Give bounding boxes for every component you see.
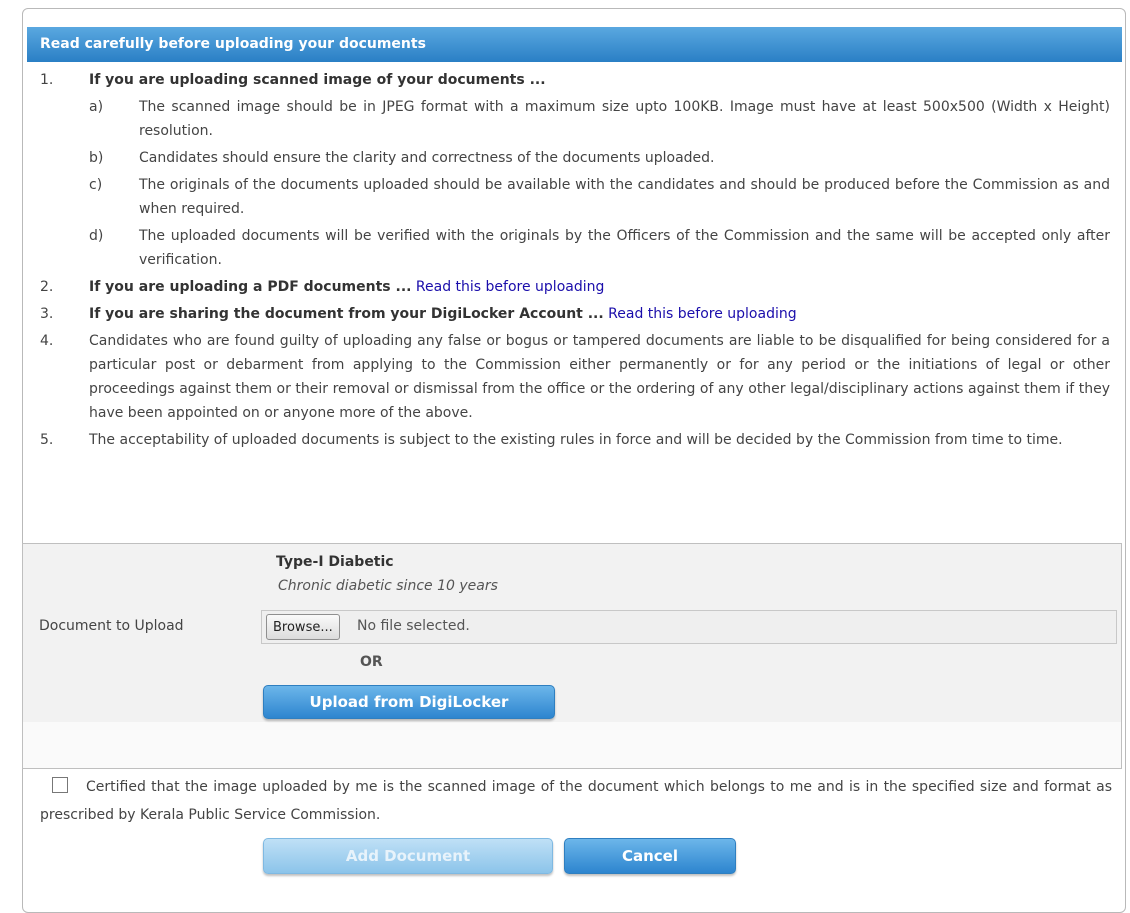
subitem-text: The originals of the documents uploaded …	[139, 177, 1110, 217]
cancel-button[interactable]: Cancel	[564, 838, 736, 874]
subitem-text: Candidates should ensure the clarity and…	[139, 150, 715, 166]
upload-digilocker-button[interactable]: Upload from DigiLocker	[263, 685, 555, 719]
add-document-button[interactable]: Add Document	[263, 838, 553, 874]
instruction-text: Candidates who are found guilty of uploa…	[89, 333, 1110, 421]
item-number: 4.	[40, 333, 54, 349]
instruction-subitem-c: c) The originals of the documents upload…	[27, 173, 1122, 221]
instruction-text: If you are uploading a PDF documents ...	[89, 279, 412, 295]
browse-button[interactable]: Browse...	[266, 614, 340, 640]
document-upload-label: Document to Upload	[39, 618, 184, 634]
instruction-item-5: 5. The acceptability of uploaded documen…	[27, 428, 1122, 452]
subitem-letter: c)	[89, 177, 103, 193]
instruction-item-1: 1. If you are uploading scanned image of…	[27, 68, 1122, 92]
certification-checkbox[interactable]	[52, 777, 68, 793]
instruction-text: If you are uploading scanned image of yo…	[89, 72, 546, 88]
item-number: 1.	[40, 72, 54, 88]
pdf-read-link[interactable]: Read this before uploading	[416, 279, 604, 295]
subitem-letter: d)	[89, 228, 104, 244]
subitem-text: The scanned image should be in JPEG form…	[139, 99, 1110, 139]
certification-text: Certified that the image uploaded by me …	[40, 779, 1112, 823]
instruction-item-2: 2. If you are uploading a PDF documents …	[27, 275, 1122, 299]
instruction-subitem-a: a) The scanned image should be in JPEG f…	[27, 95, 1122, 143]
instruction-subitem-d: d) The uploaded documents will be verifi…	[27, 224, 1122, 272]
instruction-subitem-b: b) Candidates should ensure the clarity …	[27, 146, 1122, 170]
instruction-item-4: 4. Candidates who are found guilty of up…	[27, 329, 1122, 425]
instructions-list: 1. If you are uploading scanned image of…	[27, 62, 1122, 452]
file-status-text: No file selected.	[357, 618, 470, 634]
document-title: Type-I Diabetic	[276, 554, 394, 570]
subitem-text: The uploaded documents will be verified …	[139, 228, 1110, 268]
item-number: 5.	[40, 432, 54, 448]
item-number: 3.	[40, 306, 54, 322]
instruction-text: If you are sharing the document from you…	[89, 306, 604, 322]
instructions-header: Read carefully before uploading your doc…	[27, 27, 1122, 62]
upload-panel: Type-I Diabetic Chronic diabetic since 1…	[22, 543, 1122, 769]
or-separator: OR	[360, 654, 383, 670]
file-input[interactable]: Browse... No file selected.	[261, 610, 1117, 644]
item-number: 2.	[40, 279, 54, 295]
instruction-text: The acceptability of uploaded documents …	[89, 432, 1063, 448]
certification-statement: Certified that the image uploaded by me …	[40, 773, 1112, 829]
digilocker-read-link[interactable]: Read this before uploading	[608, 306, 796, 322]
instruction-item-3: 3. If you are sharing the document from …	[27, 302, 1122, 326]
subitem-letter: b)	[89, 150, 104, 166]
document-subtitle: Chronic diabetic since 10 years	[278, 578, 498, 594]
subitem-letter: a)	[89, 99, 104, 115]
